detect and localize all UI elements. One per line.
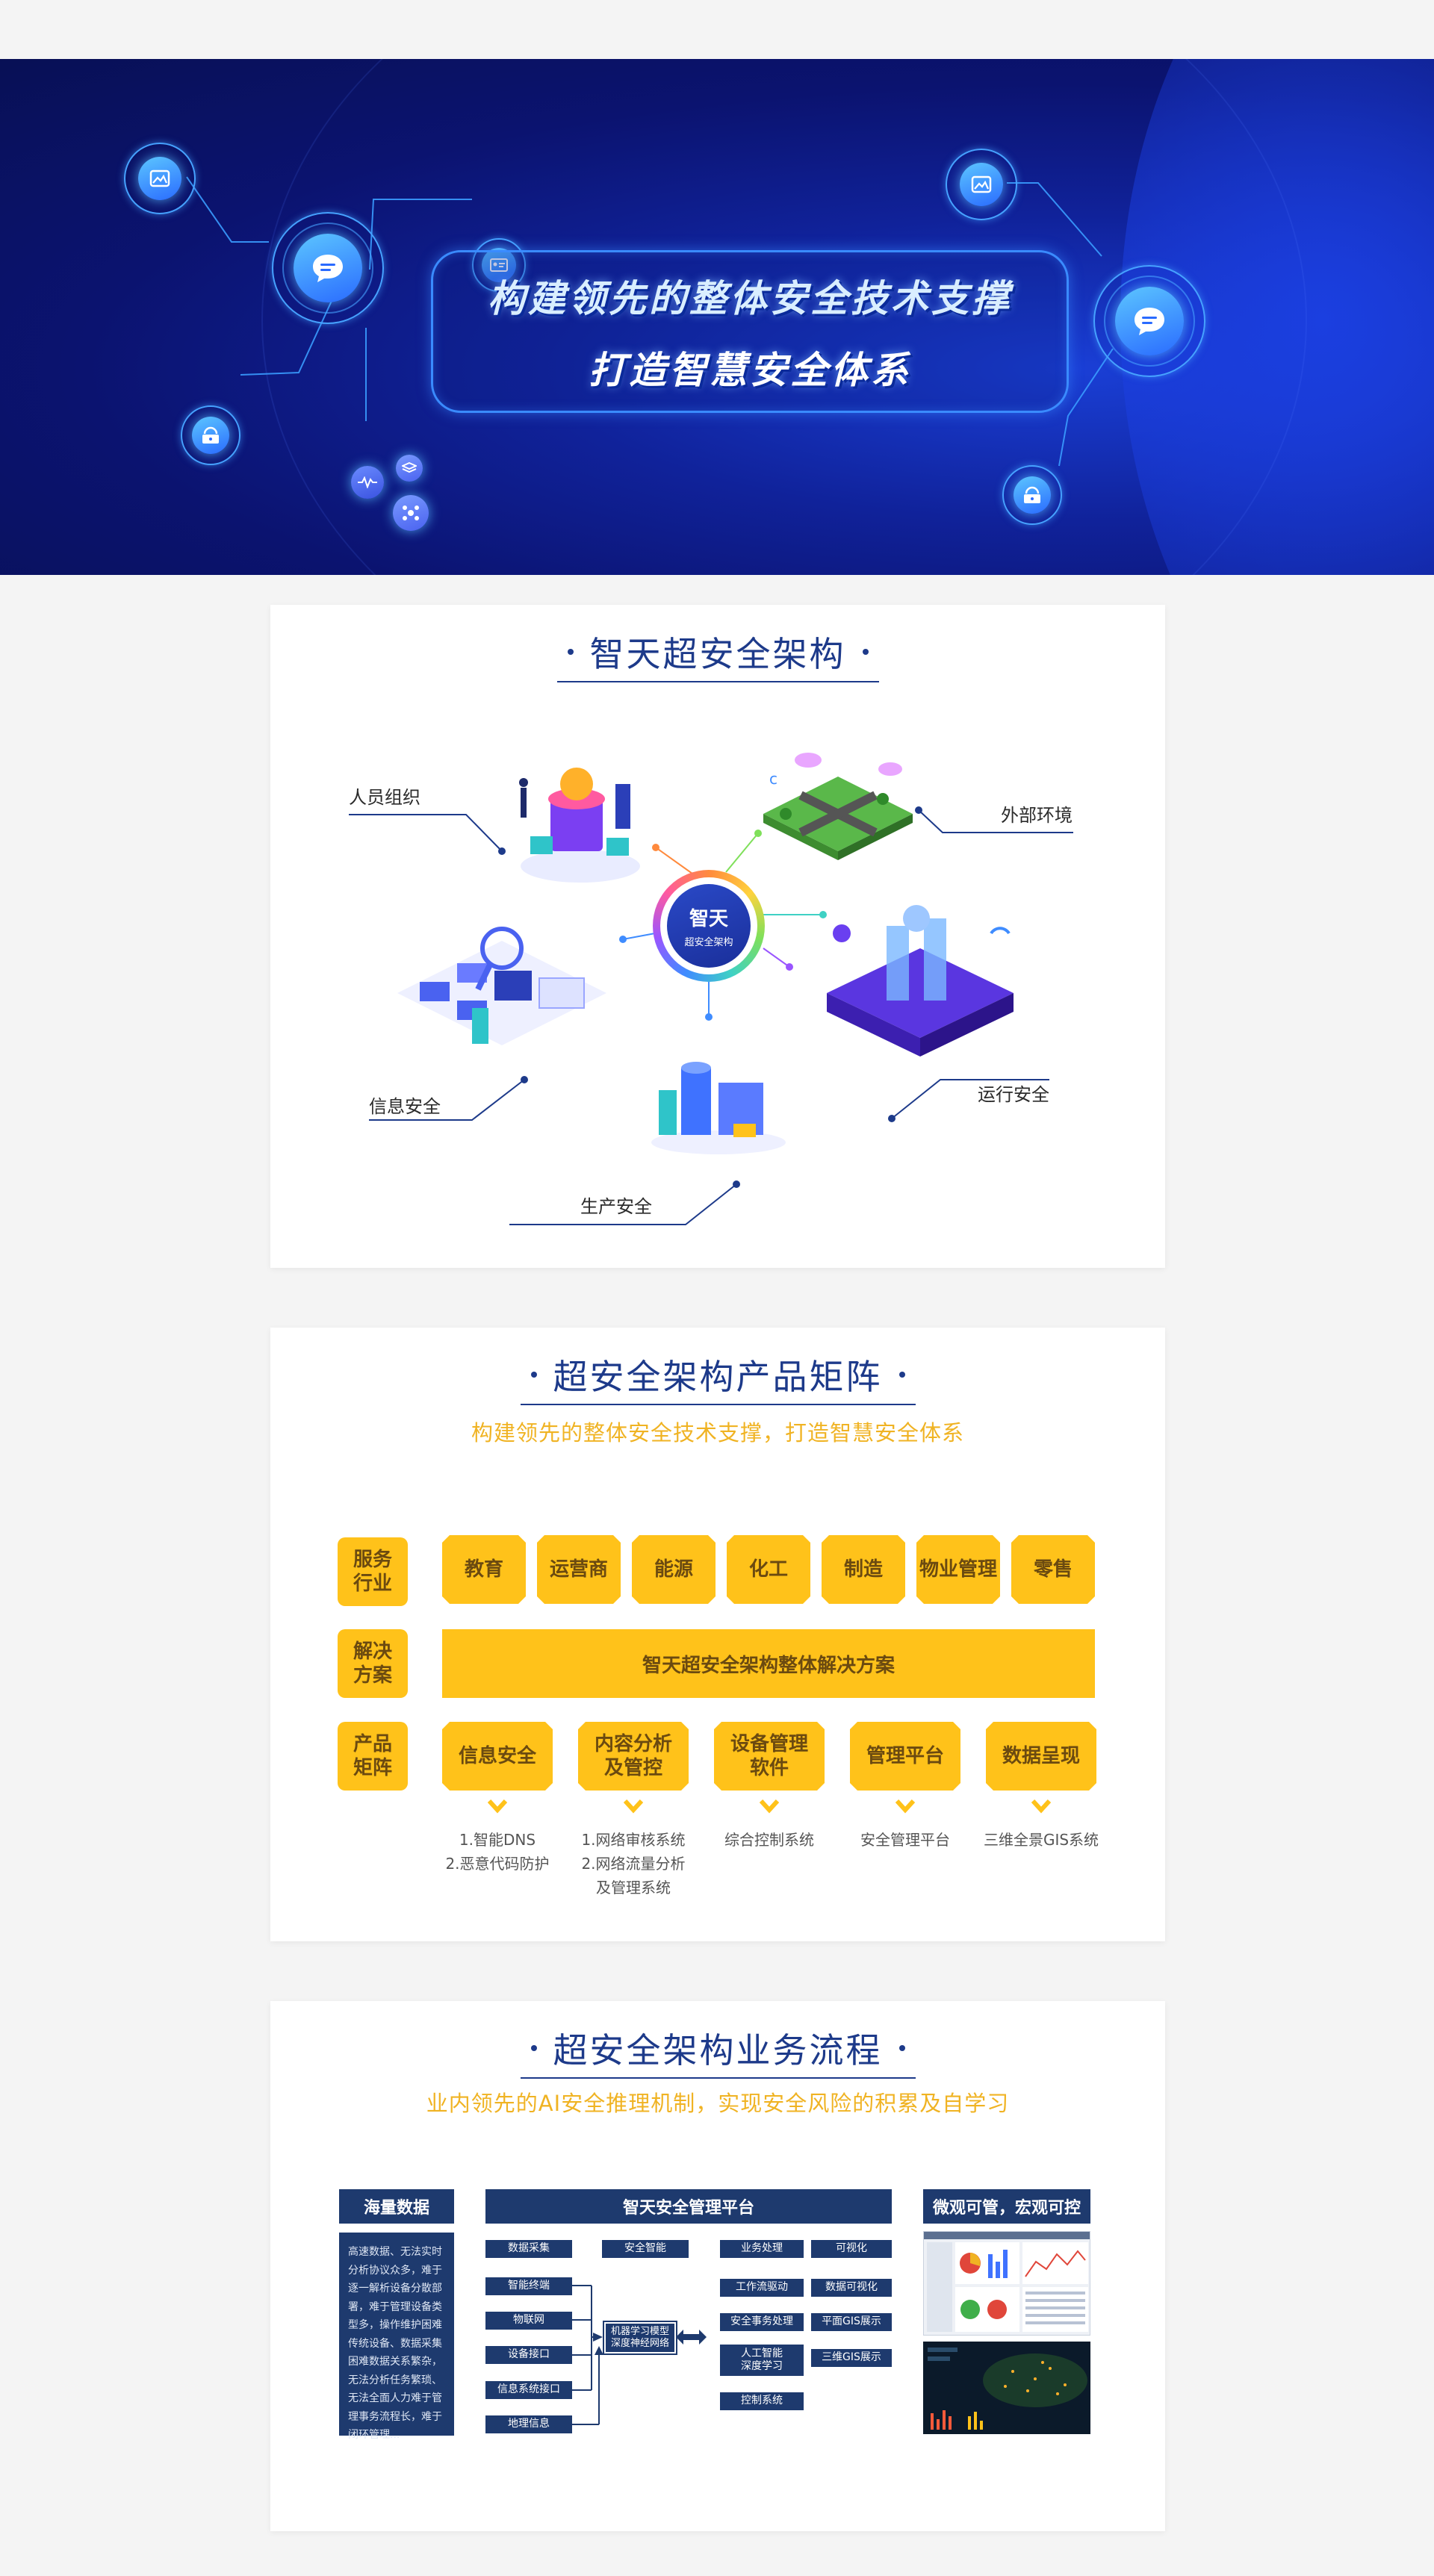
product-desc-device-mgmt: 综合控制系统 [724,1831,814,1849]
matrix-title: 超安全架构产品矩阵 [270,1350,1165,1405]
chevron-down-icon [1031,1799,1051,1814]
row-label-solution: 解决 方案 [338,1629,408,1698]
layers-node [396,455,423,482]
industry-telecom[interactable]: 运营商 [537,1535,621,1604]
product-desc-data-presentation: 三维全景GIS系统 [983,1831,1099,1849]
chat-node-right [1093,265,1205,377]
production-security-illustration [651,1062,786,1154]
flow-head-micro-macro: 微观可管，宏观可控 [923,2189,1090,2224]
industry-energy[interactable]: 能源 [632,1535,716,1604]
row-label-products: 产品 矩阵 [338,1722,408,1791]
center-badge: 智天 超安全架构 [653,870,765,982]
product-content-analysis[interactable]: 内容分析 及管控 [578,1722,689,1791]
industry-education[interactable]: 教育 [442,1535,526,1604]
flow-box-workflow: 工作流驱动 [720,2279,804,2297]
industry-retail[interactable]: 零售 [1011,1535,1095,1604]
product-desc-mgmt-platform: 安全管理平台 [860,1831,950,1849]
chevron-down-icon [624,1799,643,1814]
center-title: 智天 [689,908,728,930]
gis-map-chart [928,2348,1087,2430]
product-data-presentation[interactable]: 数据呈现 [986,1722,1096,1791]
waveform-node [351,466,384,499]
flow-box-sec-event: 安全事务处理 [720,2313,804,2331]
flow-box-visualize: 可视化 [811,2240,892,2258]
flow-box-data-visual: 数据可视化 [811,2279,892,2297]
hero-title-box: 构建领先的整体安全技术支撑 打造智慧安全体系 [431,250,1069,413]
people-org-illustration [519,768,640,883]
dashboard-screenshot [923,2231,1090,2336]
hero-title-line2: 打造智慧安全体系 [589,349,911,392]
chevron-down-icon [896,1799,915,1814]
flow-box-ml-model: 机器学习模型 深度神经网络 [603,2321,677,2355]
flow-box-control-sys: 控制系统 [720,2392,804,2410]
chat-node-main [272,212,384,324]
industry-property[interactable]: 物业管理 [916,1535,1000,1604]
ops-security-illustration [827,905,1014,1057]
flow-box-device-interface: 设备接口 [485,2346,572,2364]
hero-title-line1: 构建领先的整体安全技术支撑 [488,277,1012,320]
flow-box-smart-terminal: 智能终端 [485,2277,572,2295]
flow-box-plane-gis: 平面GIS展示 [811,2313,892,2331]
flow-box-ai-deep: 人工智能 深度学习 [720,2345,804,2376]
image-node [124,143,196,214]
lock-node-left [181,405,240,465]
label-external-env: 外部环境 [1001,805,1073,826]
hero-banner: 构建领先的整体安全技术支撑 打造智慧安全体系 [0,59,1434,575]
flow-box-info-system: 信息系统接口 [485,2381,572,2399]
row-label-industry: 服务 行业 [338,1537,408,1606]
flow-box-geo-info: 地理信息 [485,2415,572,2433]
waveform-icon [351,466,384,499]
product-device-mgmt[interactable]: 设备管理 软件 [714,1722,825,1791]
info-security-illustration [397,927,606,1045]
external-env-illustration: c [763,753,913,860]
image-node-right [946,149,1017,220]
gis-map-screenshot [923,2342,1090,2434]
flow-box-biz-process: 业务处理 [720,2240,804,2258]
center-subtitle: 超安全架构 [684,937,733,948]
product-mgmt-platform[interactable]: 管理平台 [850,1722,960,1791]
label-info-security: 信息安全 [369,1096,441,1117]
chevron-down-icon [760,1799,779,1814]
business-flow-card: 超安全架构业务流程 业内领先的AI安全推理机制，实现安全风险的积累及自学习 海量… [270,2001,1165,2531]
label-ops-security: 运行安全 [978,1084,1049,1105]
matrix-subtitle: 构建领先的整体安全技术支撑，打造智慧安全体系 [471,1420,964,1446]
product-info-security[interactable]: 信息安全 [442,1722,553,1791]
product-matrix-card: 超安全架构产品矩阵 构建领先的整体安全技术支撑，打造智慧安全体系 服务 行业 解… [270,1328,1165,1941]
network-icon [393,495,429,531]
industry-chemical[interactable]: 化工 [727,1535,810,1604]
flow-box-gis3d: 三维GIS展示 [811,2349,892,2367]
flow-box-data-collect: 数据采集 [485,2240,572,2258]
industry-manufacturing[interactable]: 制造 [822,1535,905,1604]
network-node [393,495,429,531]
product-desc-info-security: 1.智能DNS 2.恶意代码防护 [445,1831,550,1873]
architecture-card: 智天超安全架构 c 智天 超安全架构 人员组织 外部环境 信息安全 运行安全 生… [270,605,1165,1268]
product-desc-content-analysis: 1.网络审核系统 2.网络流量分析 及管理系统 [581,1831,686,1897]
flow-box-security-ai: 安全智能 [602,2240,689,2258]
solution-bar[interactable]: 智天超安全架构整体解决方案 [442,1629,1095,1698]
label-production-security: 生产安全 [580,1196,652,1217]
label-people-org: 人员组织 [349,787,420,808]
flow-box-iot: 物联网 [485,2312,572,2330]
dashboard-charts [924,2232,1090,2332]
chevron-down-icon [488,1799,507,1814]
lock-node-right [1002,465,1062,525]
layers-icon [396,455,423,482]
svg-text:c: c [769,770,777,788]
